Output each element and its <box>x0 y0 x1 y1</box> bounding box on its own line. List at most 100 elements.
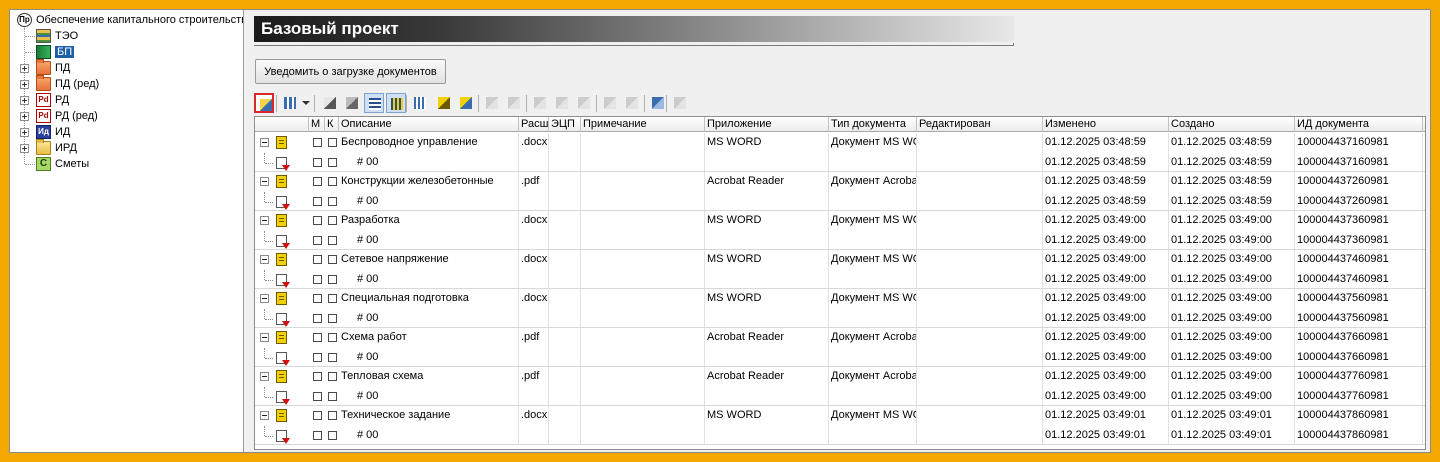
table-row-version[interactable]: # 00 01.12.2025 03:48:59 01.12.2025 03:48:… <box>255 152 1425 172</box>
merge-button[interactable] <box>622 93 642 113</box>
table-row-version[interactable]: # 00 01.12.2025 03:48:59 01.12.2025 03:48:… <box>255 191 1425 211</box>
collapse-icon[interactable] <box>260 177 269 186</box>
col-header-description[interactable]: Описание <box>339 117 519 132</box>
col-header-k[interactable]: К <box>325 117 339 132</box>
split-button[interactable] <box>600 93 620 113</box>
k-checkbox[interactable] <box>328 216 337 225</box>
search-button[interactable] <box>504 93 524 113</box>
hierarchy-button[interactable] <box>364 93 384 113</box>
k-checkbox[interactable] <box>328 196 337 206</box>
m-checkbox[interactable] <box>313 138 322 147</box>
tree-item[interactable]: Ид ИД <box>10 124 243 140</box>
tree-item[interactable]: Pd РД (ред) <box>10 108 243 124</box>
expand-icon[interactable] <box>20 96 29 105</box>
m-checkbox[interactable] <box>313 177 322 186</box>
chevron-down-icon[interactable] <box>302 101 310 105</box>
m-checkbox[interactable] <box>313 313 322 323</box>
m-checkbox[interactable] <box>313 255 322 264</box>
columns-button[interactable] <box>410 93 430 113</box>
col-header-modified[interactable]: Изменено <box>1043 117 1169 132</box>
notify-upload-button[interactable]: Уведомить о загрузке документов <box>255 59 446 84</box>
k-checkbox[interactable] <box>328 313 337 323</box>
k-checkbox[interactable] <box>328 235 337 245</box>
k-checkbox[interactable] <box>328 274 337 284</box>
collapse-icon[interactable] <box>260 294 269 303</box>
import-button[interactable] <box>530 93 550 113</box>
tree-item[interactable]: БП <box>10 44 243 60</box>
col-header-created[interactable]: Создано <box>1169 117 1295 132</box>
tree-root[interactable]: Пр Обеспечение капитального строительств… <box>10 12 243 28</box>
table-row[interactable]: Специальная подготовка .docx MS WORD Докуме… <box>255 289 1425 309</box>
k-checkbox[interactable] <box>328 430 337 440</box>
expand-icon[interactable] <box>20 112 29 121</box>
expand-icon[interactable] <box>20 144 29 153</box>
table-row[interactable]: Разработка .docx MS WORD Документ MS WO 01.1… <box>255 211 1425 231</box>
m-checkbox[interactable] <box>313 333 322 342</box>
m-checkbox[interactable] <box>313 391 322 401</box>
table-row[interactable]: Тепловая схема .pdf Acrobat Reader Документ… <box>255 367 1425 387</box>
table-row[interactable]: Техническое задание .docx MS WORD Документ … <box>255 406 1425 426</box>
m-checkbox[interactable] <box>313 274 322 284</box>
lock-button[interactable] <box>342 93 362 113</box>
documents-grid[interactable]: М К Описание Расш ЭЦП Примечание Приложе… <box>254 116 1426 450</box>
m-checkbox[interactable] <box>313 157 322 167</box>
col-header-extension[interactable]: Расш <box>519 117 549 132</box>
table-row-version[interactable]: # 00 01.12.2025 03:49:00 01.12.2025 03:49:… <box>255 347 1425 367</box>
tree-item[interactable]: ПД (ред) <box>10 75 243 92</box>
col-header-eds[interactable]: ЭЦП <box>549 117 581 132</box>
tree-item[interactable]: C Сметы <box>10 156 243 172</box>
m-checkbox[interactable] <box>313 196 322 206</box>
properties-button[interactable] <box>670 93 690 113</box>
collapse-icon[interactable] <box>260 372 269 381</box>
k-checkbox[interactable] <box>328 391 337 401</box>
col-header-doc-type[interactable]: Тип документа <box>829 117 917 132</box>
table-row-version[interactable]: # 00 01.12.2025 03:49:00 01.12.2025 03:49:… <box>255 386 1425 406</box>
grid-view-button[interactable] <box>280 93 300 113</box>
tree-item[interactable]: ПД <box>10 59 243 76</box>
table-row[interactable]: Сетевое напряжение .docx MS WORD Документ M… <box>255 250 1425 270</box>
tree-item[interactable]: Pd РД <box>10 92 243 108</box>
m-checkbox[interactable] <box>313 216 322 225</box>
table-row-version[interactable]: # 00 01.12.2025 03:49:01 01.12.2025 03:49:… <box>255 425 1425 445</box>
m-checkbox[interactable] <box>313 235 322 245</box>
table-row-version[interactable]: # 00 01.12.2025 03:49:00 01.12.2025 03:49:… <box>255 269 1425 289</box>
collapse-icon[interactable] <box>260 255 269 264</box>
table-row-version[interactable]: # 00 01.12.2025 03:49:00 01.12.2025 03:49:… <box>255 230 1425 250</box>
k-checkbox[interactable] <box>328 372 337 381</box>
col-header-doc-id[interactable]: ИД документа <box>1295 117 1423 132</box>
m-checkbox[interactable] <box>313 411 322 420</box>
m-checkbox[interactable] <box>313 294 322 303</box>
col-header-note[interactable]: Примечание <box>581 117 705 132</box>
swap-button[interactable] <box>648 93 668 113</box>
move-button[interactable] <box>552 93 572 113</box>
delete-button[interactable] <box>574 93 594 113</box>
k-checkbox[interactable] <box>328 333 337 342</box>
table-row-version[interactable]: # 00 01.12.2025 03:49:00 01.12.2025 03:49:… <box>255 308 1425 328</box>
col-header-edited[interactable]: Редактирован <box>917 117 1043 132</box>
k-checkbox[interactable] <box>328 177 337 186</box>
m-checkbox[interactable] <box>313 352 322 362</box>
k-checkbox[interactable] <box>328 411 337 420</box>
k-checkbox[interactable] <box>328 255 337 264</box>
tree-item[interactable]: ТЭО <box>10 28 243 44</box>
k-checkbox[interactable] <box>328 157 337 167</box>
k-checkbox[interactable] <box>328 352 337 362</box>
col-header-application[interactable]: Приложение <box>705 117 829 132</box>
table-row[interactable]: Конструкции железобетонные .pdf Acrobat Re… <box>255 172 1425 192</box>
export-button[interactable] <box>456 93 476 113</box>
expand-icon[interactable] <box>20 64 29 73</box>
card-button[interactable] <box>320 93 340 113</box>
table-row[interactable]: Схема работ .pdf Acrobat Reader Документ Ac… <box>255 328 1425 348</box>
expand-icon[interactable] <box>20 80 29 89</box>
collapse-icon[interactable] <box>260 333 269 342</box>
document-button[interactable] <box>434 93 454 113</box>
collapse-icon[interactable] <box>260 216 269 225</box>
tree-item[interactable]: ИРД <box>10 139 243 156</box>
m-checkbox[interactable] <box>313 372 322 381</box>
expand-icon[interactable] <box>20 128 29 137</box>
table-row[interactable]: Беспроводное управление .docx MS WORD Докум… <box>255 133 1425 153</box>
k-checkbox[interactable] <box>328 294 337 303</box>
k-checkbox[interactable] <box>328 138 337 147</box>
edit-button[interactable] <box>482 93 502 113</box>
collapse-icon[interactable] <box>260 411 269 420</box>
